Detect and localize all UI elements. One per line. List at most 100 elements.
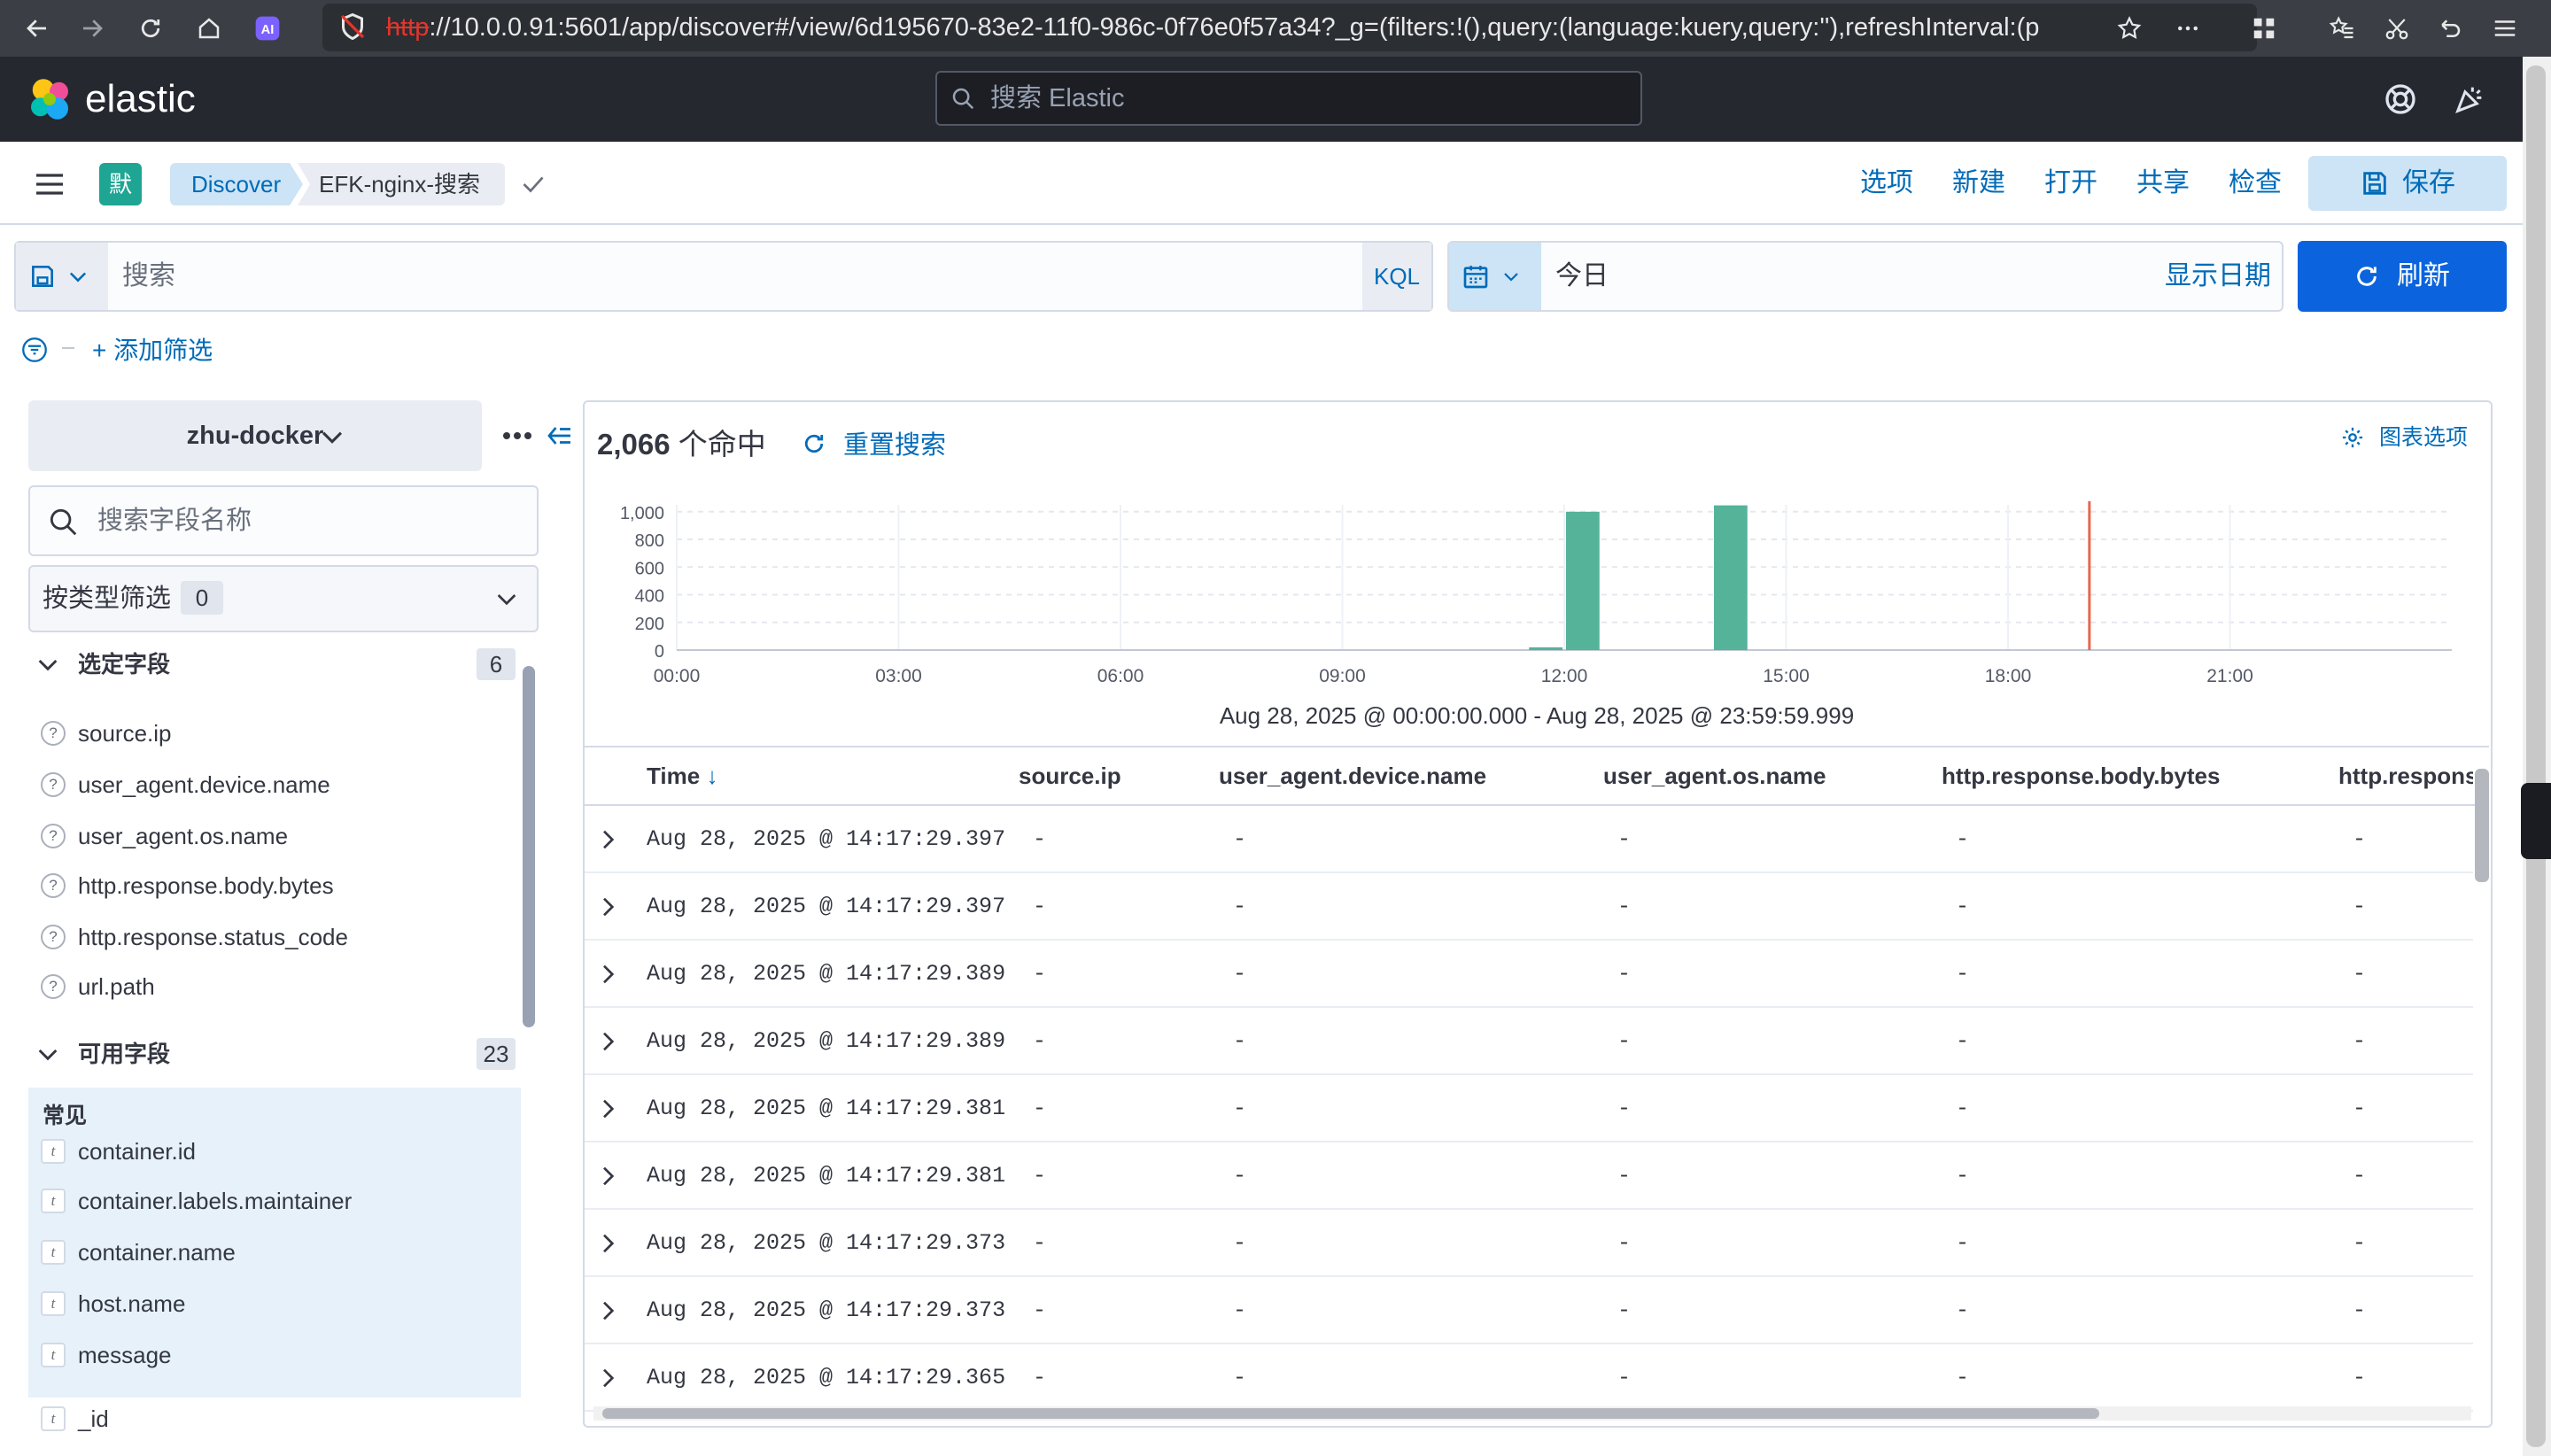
chart-options-button[interactable]: 图表选项	[2379, 422, 2468, 453]
y-tick-label: 400	[635, 587, 664, 607]
unknown-field-icon: ?	[41, 873, 66, 898]
newsfeed-cheer-icon[interactable]	[2452, 81, 2487, 117]
url-path: ://10.0.0.91:5601/app/discover#/view/6d1…	[429, 13, 2040, 42]
forward-icon[interactable]	[71, 7, 113, 50]
column-header-time[interactable]: Time ↓	[647, 746, 717, 806]
sidebar-options-icon[interactable]	[500, 422, 535, 450]
available-fields-chevron-icon[interactable]	[34, 1040, 62, 1068]
field-item[interactable]: t container.labels.maintainer	[41, 1183, 352, 1219]
cell-timestamp: Aug 28, 2025 @ 14:17:29.389	[647, 961, 1006, 987]
column-header-status-code[interactable]: http.respons	[2338, 746, 2473, 806]
selected-fields-chevron-icon[interactable]	[34, 650, 62, 678]
options-link[interactable]: 选项	[1860, 161, 1913, 205]
y-tick-label: 200	[635, 615, 664, 634]
column-header-device-name[interactable]: user_agent.device.name	[1219, 746, 1486, 806]
expand-row-chevron-icon[interactable]	[593, 1027, 622, 1056]
field-item[interactable]: t _id	[41, 1401, 109, 1437]
cell-value: -	[1033, 894, 1047, 919]
kql-language-button[interactable]: KQL	[1362, 243, 1431, 310]
histogram-bar[interactable]	[1566, 511, 1600, 650]
cell-value: -	[1956, 1028, 1970, 1054]
cell-value: -	[2353, 961, 2367, 987]
expand-row-chevron-icon[interactable]	[593, 893, 622, 921]
field-item[interactable]: t container.id	[41, 1134, 196, 1169]
breadcrumb-discover[interactable]: Discover	[170, 163, 303, 205]
expand-row-chevron-icon[interactable]	[593, 1095, 622, 1123]
reset-search-button[interactable]: 重置搜索	[843, 427, 946, 464]
chevron-down-icon	[66, 264, 90, 289]
undo-icon[interactable]	[2429, 7, 2471, 50]
field-item[interactable]: t host.name	[41, 1286, 185, 1321]
expand-row-chevron-icon[interactable]	[593, 960, 622, 988]
sidebar-scrollbar[interactable]	[523, 666, 535, 1027]
elastic-logo-text[interactable]: elastic	[85, 71, 196, 128]
unknown-field-icon: ?	[41, 974, 66, 999]
page-scrollbar[interactable]	[2526, 66, 2546, 1447]
add-filter-button[interactable]: + 添加筛选	[92, 333, 213, 368]
field-item[interactable]: ? source.ip	[41, 716, 172, 751]
back-icon[interactable]	[16, 7, 58, 50]
reload-icon[interactable]	[129, 7, 172, 50]
query-input[interactable]: 搜索	[122, 243, 1362, 310]
elastic-logo-icon[interactable]	[25, 74, 74, 124]
selected-fields-title[interactable]: 选定字段	[78, 647, 170, 682]
cell-value: -	[1617, 1365, 1632, 1390]
table-vertical-scrollbar[interactable]	[2475, 769, 2489, 882]
field-name: http.response.body.bytes	[78, 871, 334, 899]
column-header-source-ip[interactable]: source.ip	[1019, 746, 1121, 806]
apps-grid-icon[interactable]	[2243, 7, 2285, 50]
sort-arrow-down-icon[interactable]: ↓	[706, 763, 717, 789]
share-link[interactable]: 共享	[2136, 161, 2190, 205]
column-header-os-name[interactable]: user_agent.os.name	[1603, 746, 1826, 806]
inspect-link[interactable]: 检查	[2229, 161, 2282, 205]
home-icon[interactable]	[188, 7, 230, 50]
insecure-shield-icon[interactable]	[337, 11, 368, 43]
date-range-value[interactable]: 今日	[1555, 243, 1609, 310]
field-item[interactable]: ? user_agent.device.name	[41, 767, 330, 802]
bookmark-star-icon[interactable]	[2108, 7, 2151, 50]
index-pattern-label: zhu-docker	[28, 400, 482, 471]
field-name: source.ip	[78, 719, 172, 747]
field-item[interactable]: t message	[41, 1337, 172, 1373]
new-link[interactable]: 新建	[1952, 161, 2005, 205]
cell-value: -	[1233, 826, 1247, 852]
space-avatar[interactable]: 默	[99, 163, 142, 205]
expand-row-chevron-icon[interactable]	[593, 1364, 622, 1392]
histogram-bar[interactable]	[1529, 647, 1562, 650]
ai-extension-icon[interactable]: AI	[246, 7, 289, 50]
favorites-icon[interactable]	[2321, 7, 2363, 50]
collapse-sidebar-icon[interactable]	[544, 420, 576, 452]
show-dates-button[interactable]: 显示日期	[2165, 243, 2271, 310]
screenshot-scissors-icon[interactable]	[2376, 7, 2418, 50]
field-item[interactable]: ? http.response.status_code	[41, 919, 348, 955]
y-tick-label: 0	[655, 642, 664, 662]
expand-row-chevron-icon[interactable]	[593, 1162, 622, 1190]
expand-row-chevron-icon[interactable]	[593, 825, 622, 854]
field-item[interactable]: ? user_agent.os.name	[41, 818, 288, 854]
open-link[interactable]: 打开	[2044, 161, 2097, 205]
cell-timestamp: Aug 28, 2025 @ 14:17:29.397	[647, 894, 1006, 919]
field-item[interactable]: ? url.path	[41, 969, 155, 1004]
url-text[interactable]: http://10.0.0.91:5601/app/discover#/view…	[386, 5, 2105, 50]
cell-value: -	[1233, 1028, 1247, 1054]
help-lifebuoy-icon[interactable]	[2383, 81, 2418, 117]
date-chevron-down-icon	[1500, 266, 1522, 287]
horizontal-scrollbar[interactable]	[602, 1408, 2099, 1419]
x-tick-label: 21:00	[2206, 666, 2253, 686]
hamburger-menu-icon[interactable]	[32, 167, 67, 202]
x-tick-label: 09:00	[1319, 666, 1366, 686]
histogram-bar[interactable]	[1714, 505, 1748, 650]
x-tick-label: 03:00	[875, 666, 922, 686]
menu-icon[interactable]	[2484, 7, 2526, 50]
side-panel-handle[interactable]	[2521, 783, 2551, 859]
expand-row-chevron-icon[interactable]	[593, 1229, 622, 1258]
more-dots-icon[interactable]	[2167, 7, 2209, 50]
field-item[interactable]: ? http.response.body.bytes	[41, 868, 334, 903]
field-item[interactable]: t container.name	[41, 1235, 236, 1270]
filter-menu-icon[interactable]	[19, 335, 50, 365]
column-header-body-bytes[interactable]: http.response.body.bytes	[1942, 746, 2220, 806]
expand-row-chevron-icon[interactable]	[593, 1297, 622, 1325]
selected-fields-count: 6	[477, 648, 516, 680]
histogram-chart[interactable]: 0 200 400 600 800 1,000 00:00 03:00 06:00 09:00 12…	[592, 496, 2461, 691]
available-fields-title[interactable]: 可用字段	[78, 1036, 170, 1072]
